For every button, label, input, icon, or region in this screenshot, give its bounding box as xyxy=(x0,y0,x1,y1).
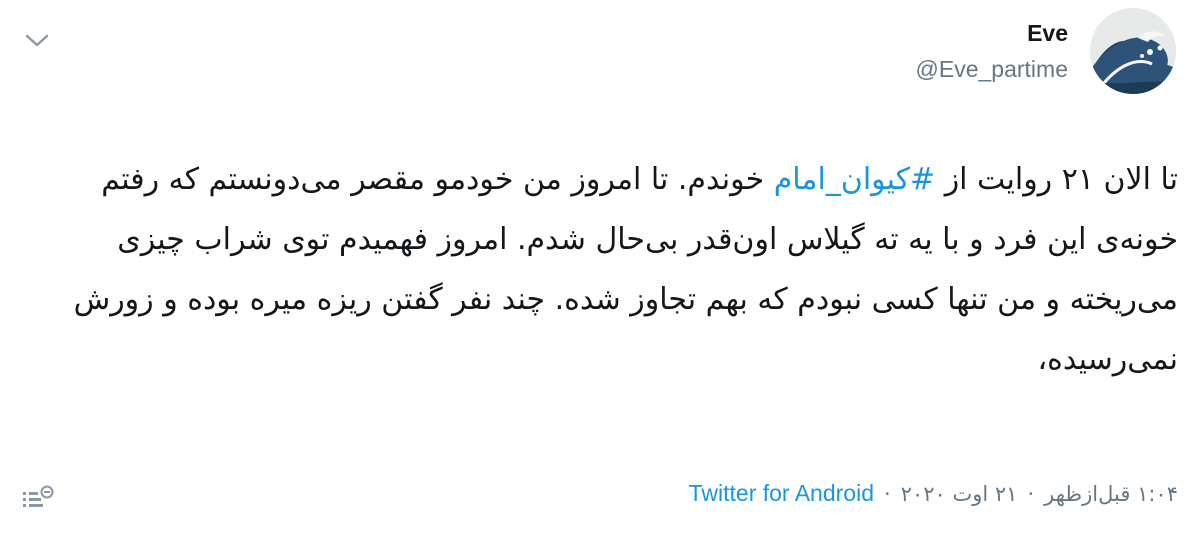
tweet-header: Eve @Eve_partime xyxy=(916,8,1176,94)
meta-separator: · xyxy=(1027,481,1035,506)
hashtag-link[interactable]: #کیوان_امام xyxy=(774,162,935,197)
author-names: Eve @Eve_partime xyxy=(916,18,1068,84)
analytics-icon[interactable] xyxy=(20,484,54,514)
meta-separator: · xyxy=(883,481,891,506)
chevron-down-icon[interactable] xyxy=(22,26,52,56)
tweet-text-before: تا الان ۲۱ روایت از xyxy=(935,162,1178,197)
tweet-source-link[interactable]: Twitter for Android xyxy=(689,480,874,507)
tweet-time[interactable]: ۱:۰۴ قبل‌ازظهر xyxy=(1044,482,1178,506)
author-handle[interactable]: @Eve_partime xyxy=(916,54,1068,84)
avatar[interactable] xyxy=(1090,8,1176,94)
tweet-date[interactable]: ۲۱ اوت ۲۰۲۰ xyxy=(901,482,1018,506)
tweet-text: تا الان ۲۱ روایت از #کیوان_امام خوندم. ت… xyxy=(18,150,1178,390)
tweet-meta: ۱:۰۴ قبل‌ازظهر · ۲۱ اوت ۲۰۲۰ · Twitter f… xyxy=(689,480,1178,507)
author-display-name[interactable]: Eve xyxy=(1027,18,1068,48)
